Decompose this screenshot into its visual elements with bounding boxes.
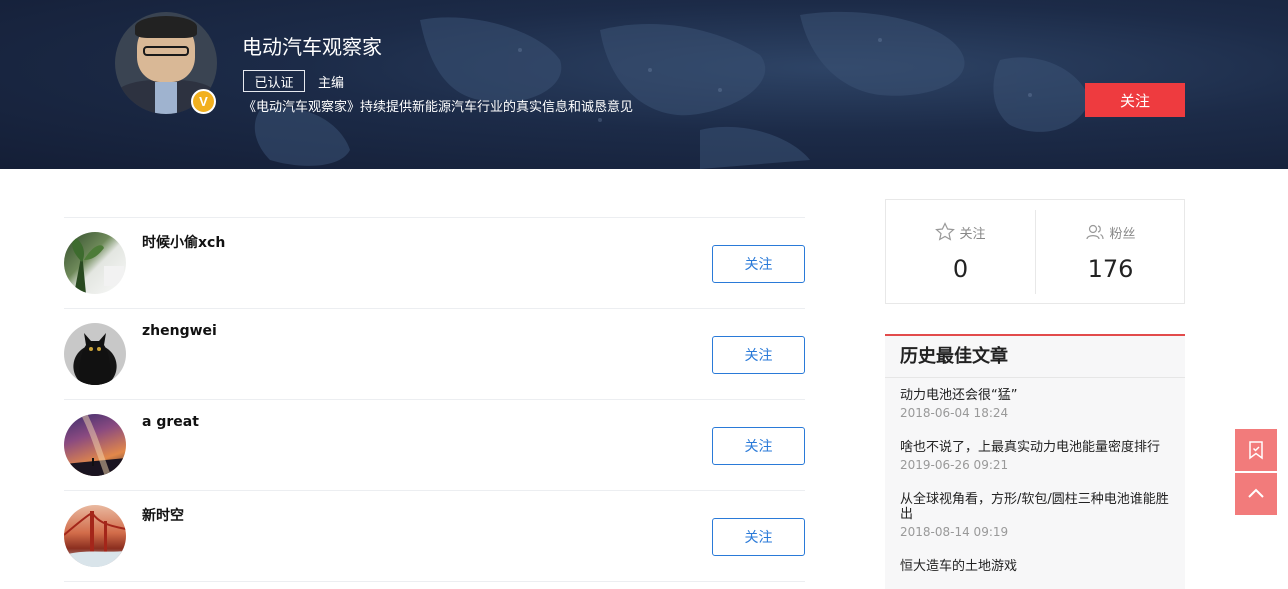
article-date: 2018-06-04 18:24 (900, 406, 1009, 420)
article-item[interactable]: 从全球视角看，方形/软包/圆柱三种电池谁能胜出 2018-08-14 09:19 (885, 472, 1185, 539)
article-date: 2018-08-14 09:19 (900, 525, 1009, 539)
follower-name[interactable]: 新时空 (142, 505, 184, 525)
follower-avatar[interactable] (64, 414, 126, 476)
list-item: 新时空 关注 (64, 490, 805, 581)
star-icon (935, 222, 956, 241)
bookmark-icon (1249, 441, 1263, 460)
article-item[interactable]: 动力电池还会很“猛” 2018-06-04 18:24 (885, 378, 1185, 420)
follower-name[interactable]: 时候小偷xch (142, 232, 225, 252)
article-date: 2019-06-26 09:21 (900, 458, 1009, 472)
article-item[interactable]: 恒大造车的土地游戏 (885, 539, 1185, 574)
black-cat-icon (79, 333, 111, 385)
stats-card: 关注 0 粉丝 176 (885, 199, 1185, 304)
users-icon (1086, 224, 1105, 240)
verified-v-icon: V (191, 89, 216, 114)
article-title[interactable]: 啥也不说了，上最真实动力电池能量密度排行 (900, 440, 1170, 455)
galaxy-photo-icon (64, 414, 126, 476)
verified-tag: 已认证 (243, 70, 305, 92)
stat-following-count: 0 (952, 255, 969, 283)
follower-avatar[interactable] (64, 323, 126, 385)
follower-avatar[interactable] (64, 505, 126, 567)
stat-following-label: 关注 (959, 227, 986, 242)
plant-photo-icon (72, 238, 124, 294)
stat-following[interactable]: 关注 0 (886, 200, 1035, 305)
follow-button[interactable]: 关注 (712, 336, 805, 374)
follower-name[interactable]: a great (142, 414, 199, 430)
article-title[interactable]: 恒大造车的土地游戏 (900, 559, 1170, 574)
list-item: 时候小偷xch 关注 (64, 217, 805, 308)
follow-author-button[interactable]: 关注 (1085, 83, 1185, 117)
author-name: 电动汽车观察家 (242, 35, 382, 59)
profile-banner: V 电动汽车观察家 已认证 主编 《电动汽车观察家》持续提供新能源汽车行业的真实… (0, 0, 1288, 169)
bridge-photo-icon (64, 511, 126, 567)
follow-button[interactable]: 关注 (712, 245, 805, 283)
best-articles-panel: 历史最佳文章 动力电池还会很“猛” 2018-06-04 18:24 啥也不说了… (885, 334, 1185, 589)
follow-button[interactable]: 关注 (712, 427, 805, 465)
article-title[interactable]: 动力电池还会很“猛” (900, 388, 1170, 403)
stat-fans-label: 粉丝 (1109, 227, 1136, 242)
follower-name[interactable]: zhengwei (142, 323, 217, 339)
best-articles-title: 历史最佳文章 (885, 336, 1185, 378)
follow-button[interactable]: 关注 (712, 518, 805, 556)
stat-fans[interactable]: 粉丝 176 (1036, 200, 1185, 305)
list-item: a great 关注 (64, 399, 805, 490)
back-to-top-button[interactable] (1235, 473, 1277, 515)
list-divider (64, 581, 805, 582)
author-role: 主编 (318, 76, 345, 91)
author-description: 《电动汽车观察家》持续提供新能源汽车行业的真实信息和诚恳意见 (243, 100, 634, 115)
stat-fans-count: 176 (1087, 255, 1134, 283)
article-title[interactable]: 从全球视角看，方形/软包/圆柱三种电池谁能胜出 (900, 492, 1170, 522)
bookmark-button[interactable] (1235, 429, 1277, 471)
follower-list: 时候小偷xch 关注 zhengwei 关注 a great 关注 新时空 关注 (64, 217, 805, 582)
article-item[interactable]: 啥也不说了，上最真实动力电池能量密度排行 2019-06-26 09:21 (885, 420, 1185, 472)
chevron-up-icon (1248, 488, 1264, 498)
list-item: zhengwei 关注 (64, 308, 805, 399)
follower-avatar[interactable] (64, 232, 126, 294)
